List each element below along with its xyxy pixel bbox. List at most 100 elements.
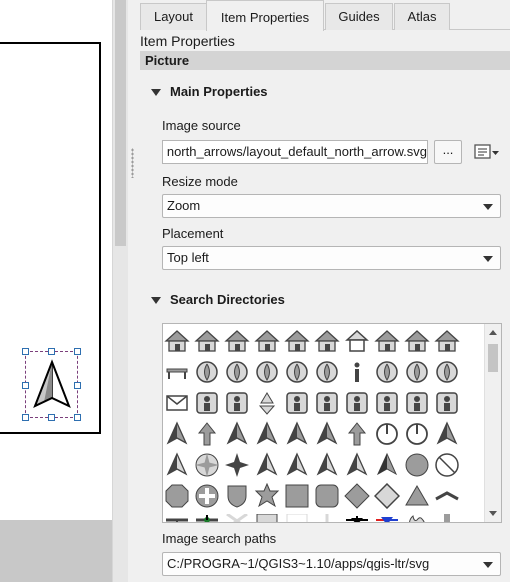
north-arrow-half-icon[interactable]: [254, 421, 280, 447]
square-icon[interactable]: [284, 483, 310, 509]
star-badge-icon[interactable]: [254, 482, 280, 509]
tent-icon[interactable]: [224, 328, 250, 354]
bench-icon[interactable]: [164, 359, 190, 385]
north-arrow-down-icon[interactable]: [344, 514, 370, 522]
house-icon[interactable]: [344, 328, 370, 354]
caravan-icon[interactable]: [254, 328, 280, 354]
circle-slash-icon[interactable]: [434, 452, 460, 478]
circle-icon[interactable]: [404, 452, 430, 478]
scrollbar-thumb[interactable]: [115, 0, 126, 246]
resize-handle[interactable]: [22, 414, 29, 421]
hostel-bed-icon[interactable]: [314, 328, 340, 354]
bed-and-breakfast-icon[interactable]: [194, 328, 220, 354]
panel-splitter[interactable]: [128, 0, 136, 582]
post-office-icon[interactable]: [194, 390, 220, 416]
shield-icon[interactable]: [224, 483, 250, 509]
resize-handle[interactable]: [48, 414, 55, 421]
north-arrow-icon[interactable]: [224, 421, 250, 447]
resize-handle[interactable]: [74, 348, 81, 355]
village-icon[interactable]: [434, 328, 460, 354]
scrollbar-thumb[interactable]: [488, 344, 498, 372]
north-needle-icon[interactable]: [284, 421, 310, 447]
rounded-square-icon[interactable]: [314, 483, 340, 509]
telephone-icon[interactable]: [314, 390, 340, 416]
data-defined-override-button[interactable]: [472, 142, 502, 162]
octagon-icon[interactable]: [164, 483, 190, 509]
canvas-scrollbar[interactable]: [112, 0, 128, 582]
fire-station-icon[interactable]: [254, 359, 280, 385]
green-point-icon[interactable]: [194, 514, 220, 522]
toilets-icon[interactable]: [344, 390, 370, 416]
diamond-outline-icon[interactable]: [373, 482, 401, 510]
group-main-properties[interactable]: Main Properties: [151, 84, 268, 99]
scales-icon[interactable]: [194, 359, 220, 385]
north-arrow-item[interactable]: [22, 348, 81, 421]
compass-north-icon[interactable]: [374, 421, 400, 447]
hut-icon[interactable]: [284, 328, 310, 354]
layout-canvas[interactable]: [0, 0, 112, 520]
female-wc-icon[interactable]: [434, 390, 460, 416]
recycle-icon[interactable]: [254, 390, 280, 416]
compass-rose-icon[interactable]: [194, 452, 220, 478]
cross-box-icon[interactable]: [254, 513, 280, 522]
north-arrow-outline-icon[interactable]: [164, 452, 190, 478]
four-point-star-icon[interactable]: [224, 452, 250, 478]
fire-hydrant-icon[interactable]: [284, 359, 310, 385]
north-arrow-filled-icon[interactable]: [314, 452, 340, 478]
walker-icon[interactable]: [164, 421, 190, 447]
mail-icon[interactable]: [164, 390, 190, 416]
fountain-icon[interactable]: [314, 359, 340, 385]
resize-handle[interactable]: [74, 414, 81, 421]
placement-select[interactable]: Top left: [162, 246, 501, 270]
scroll-up-icon[interactable]: [489, 330, 497, 335]
book-icon[interactable]: [374, 359, 400, 385]
north-arrow-star-icon[interactable]: [344, 452, 370, 478]
north-arrow-red-blue-icon[interactable]: [374, 514, 400, 522]
resize-handle[interactable]: [48, 348, 55, 355]
arrow-up-icon[interactable]: [194, 421, 220, 447]
pillar-icon[interactable]: [434, 514, 460, 522]
resize-mode-select[interactable]: Zoom: [162, 194, 501, 218]
survey-point-icon[interactable]: [284, 390, 310, 416]
image-source-input[interactable]: north_arrows/layout_default_north_arrow.…: [162, 140, 428, 164]
diamond-icon[interactable]: [344, 483, 370, 509]
compass-cross-icon[interactable]: [254, 452, 280, 478]
fire-icon[interactable]: [224, 359, 250, 385]
flame-icon[interactable]: [404, 514, 430, 522]
north-arrow-color-icon[interactable]: [374, 452, 400, 478]
browse-button[interactable]: ...: [434, 140, 462, 164]
triangle-icon[interactable]: [404, 483, 430, 509]
compass-circle-icon[interactable]: [404, 421, 430, 447]
north-arrow-wide-icon[interactable]: [314, 421, 340, 447]
wheelchair-wc-icon[interactable]: [374, 390, 400, 416]
resize-handle[interactable]: [74, 382, 81, 389]
cross-box-light-icon[interactable]: [284, 513, 310, 522]
north-arrow-thin-icon[interactable]: [344, 421, 370, 447]
shelter-rain-icon[interactable]: [374, 328, 400, 354]
shelter-icon[interactable]: [404, 328, 430, 354]
male-wc-icon[interactable]: [404, 390, 430, 416]
cross-light-icon[interactable]: [224, 512, 250, 522]
tab-guides[interactable]: Guides: [325, 3, 393, 30]
resize-handle[interactable]: [22, 348, 29, 355]
wc-icon[interactable]: [404, 359, 430, 385]
scroll-down-icon[interactable]: [489, 511, 497, 516]
svg-symbol-browser[interactable]: [162, 323, 502, 523]
image-search-paths-select[interactable]: C:/PROGRA~1/QGIS3~1.10/apps/qgis-ltr/svg: [162, 552, 501, 576]
resize-handle[interactable]: [22, 382, 29, 389]
arrow-down-light-icon[interactable]: [314, 514, 340, 522]
info-icon[interactable]: [344, 359, 370, 385]
tab-layout[interactable]: Layout: [140, 3, 207, 30]
cross-shield-icon[interactable]: [194, 483, 220, 509]
bench-legs-icon[interactable]: [164, 514, 190, 522]
phone-booth-icon[interactable]: [224, 390, 250, 416]
compass-diamond-icon[interactable]: [434, 421, 460, 447]
no-smoking-icon[interactable]: [434, 359, 460, 385]
group-search-directories[interactable]: Search Directories: [151, 292, 285, 307]
needle-icon[interactable]: [284, 452, 310, 478]
hiking-sign-icon[interactable]: [164, 328, 190, 354]
tab-item-properties[interactable]: Item Properties: [206, 0, 324, 31]
tab-atlas[interactable]: Atlas: [394, 3, 450, 30]
symbol-browser-scrollbar[interactable]: [484, 324, 501, 522]
chevron-icon[interactable]: [434, 483, 460, 509]
